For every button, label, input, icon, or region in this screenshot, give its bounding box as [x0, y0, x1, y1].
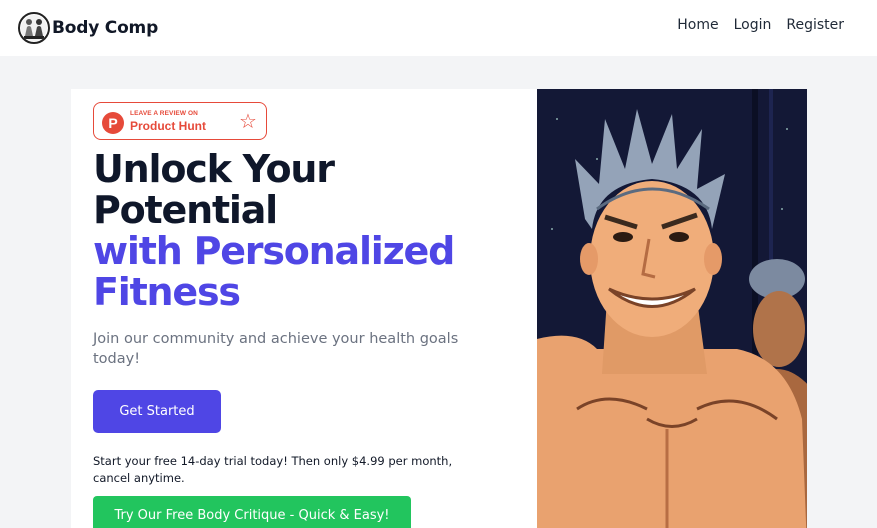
headline-line-4: Fitness — [93, 270, 241, 314]
headline-line-2: Potential — [93, 188, 278, 232]
product-hunt-title: Product Hunt — [130, 119, 206, 133]
product-hunt-badge[interactable]: P LEAVE A REVIEW ON Product Hunt ☆ — [93, 102, 267, 140]
nav-login-link[interactable]: Login — [734, 17, 772, 33]
hero-image — [537, 89, 807, 528]
product-hunt-small-text: LEAVE A REVIEW ON — [130, 110, 198, 117]
hero-illustration — [537, 89, 807, 528]
top-navbar: Body Comp Home Login Register — [0, 0, 877, 56]
nav-links: Home Login Register — [677, 17, 844, 33]
star-icon: ☆ — [239, 109, 257, 133]
hero-headline: Unlock Your Potential with Personalized … — [93, 149, 513, 313]
hero-section: P LEAVE A REVIEW ON Product Hunt ☆ Unloc… — [71, 89, 807, 528]
product-hunt-logo-icon: P — [102, 112, 124, 134]
trial-text: Start your free 14-day trial today! Then… — [93, 454, 453, 485]
brand-name: Body Comp — [52, 18, 159, 38]
body-comp-logo-icon — [18, 12, 50, 44]
hero-subtitle: Join our community and achieve your heal… — [93, 331, 459, 367]
get-started-button[interactable]: Get Started — [93, 390, 221, 433]
headline-line-3: with Personalized — [93, 229, 455, 273]
nav-home-link[interactable]: Home — [677, 17, 718, 33]
nav-register-link[interactable]: Register — [786, 17, 844, 33]
brand-link[interactable]: Body Comp — [18, 12, 158, 44]
body-critique-button[interactable]: Try Our Free Body Critique - Quick & Eas… — [93, 496, 411, 528]
headline-line-1: Unlock Your — [93, 147, 335, 191]
